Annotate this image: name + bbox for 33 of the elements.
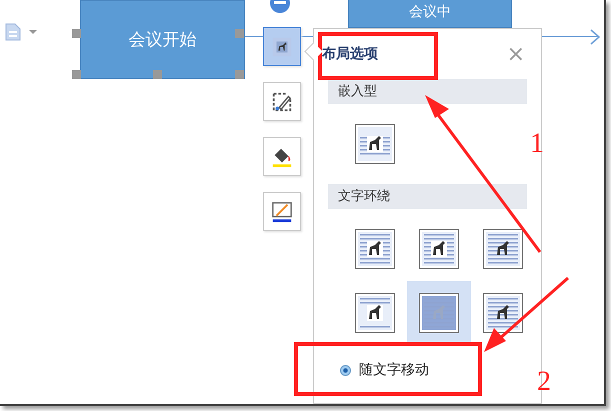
text-wrap-icon (483, 229, 523, 269)
text-wrap-icon (355, 229, 395, 269)
section-header: 文字环绕 (328, 184, 527, 209)
text-wrap-icon (483, 293, 523, 333)
flowchart-box[interactable]: 会议中 (348, 0, 512, 28)
toolbar-button[interactable] (263, 137, 301, 176)
radio-button[interactable] (340, 364, 351, 376)
text-wrap-icon (355, 293, 395, 333)
resize-handle[interactable] (72, 70, 81, 79)
radio-option[interactable]: 随文字移动 (328, 353, 527, 379)
text-wrap-icon (419, 229, 459, 269)
resize-handle[interactable] (72, 29, 81, 38)
resize-handle[interactable] (235, 70, 244, 79)
text-wrap-icon (419, 293, 459, 333)
text-wrap-icon (355, 124, 395, 164)
flowchart-box[interactable]: 会议开始 (80, 0, 245, 79)
close-button[interactable]: × (504, 42, 527, 66)
panel-title: 布局选项 (322, 45, 378, 63)
layout-option[interactable] (407, 281, 471, 345)
outline-pen-icon (271, 200, 293, 222)
resize-handle[interactable] (235, 29, 244, 38)
layout-icon (271, 36, 293, 58)
radio-label: 随文字移动 (359, 361, 429, 379)
section-header: 嵌入型 (328, 79, 527, 104)
annotation-number: 2 (537, 368, 551, 396)
collapse-icon[interactable] (270, 0, 290, 14)
caret-icon[interactable] (29, 30, 37, 34)
toolbar-button[interactable] (263, 82, 301, 121)
annotation-number: 1 (530, 130, 544, 158)
resize-handle[interactable] (153, 70, 162, 79)
toolbar-button[interactable] (263, 192, 301, 231)
pen-frame-icon (271, 90, 293, 112)
arrow-head-icon (590, 29, 600, 45)
